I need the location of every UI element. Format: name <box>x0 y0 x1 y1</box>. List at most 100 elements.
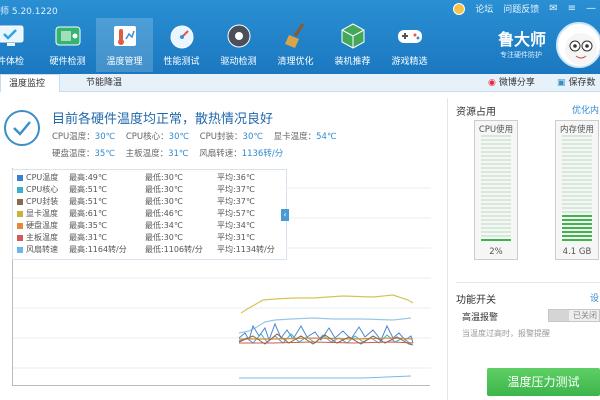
legend-row-cpu-temp: CPU温度 最高:49℃ 最低:30℃ 平均:36℃ <box>17 172 255 184</box>
legend-row-cpu-core: CPU核心 最高:51℃ 最低:30℃ 平均:37℃ <box>17 184 255 196</box>
meter-segment <box>481 219 511 221</box>
fan-speed-value: 1136转/分 <box>241 149 284 159</box>
meter-segment <box>481 203 511 205</box>
meter-segment <box>481 159 511 161</box>
cpu-temp-value: 30℃ <box>94 132 116 142</box>
section-separator <box>456 282 600 283</box>
memory-usage-bars <box>562 135 592 243</box>
meter-segment <box>562 211 592 213</box>
meter-segment <box>481 171 511 173</box>
meter-segment <box>562 215 592 217</box>
meter-segment <box>562 227 592 229</box>
forum-link[interactable]: 论坛 <box>475 2 493 15</box>
minimize-icon[interactable]: — <box>586 3 596 14</box>
tab-energy-saving[interactable]: 节能降温 <box>78 74 138 92</box>
meter-segment <box>481 167 511 169</box>
stress-test-button[interactable]: 温度压力测试 <box>487 368 600 396</box>
toggle-knob <box>549 310 569 321</box>
window-title: 师 5.20.1220 <box>0 7 58 17</box>
legend-swatch <box>17 222 23 229</box>
meter-segment <box>481 163 511 165</box>
nav-item-temperature[interactable]: 温度管理 <box>96 18 153 72</box>
meter-segment <box>562 199 592 201</box>
meter-segment <box>481 223 511 225</box>
settings-link[interactable]: 设 <box>590 291 599 304</box>
nav-item-recommend[interactable]: 装机推荐 <box>324 18 381 72</box>
legend-swatch <box>17 234 23 241</box>
meter-segment <box>562 159 592 161</box>
legend-collapse-chevron-icon[interactable]: ‹ <box>281 209 289 221</box>
legend-swatch <box>17 210 23 217</box>
gear-icon <box>224 21 254 51</box>
status-ok-icon <box>4 110 40 146</box>
fan-baseline-line <box>239 375 412 379</box>
cpu-usage-meter: CPU使用 2% <box>474 120 518 260</box>
nav-item-games[interactable]: 游戏精选 <box>381 18 438 72</box>
meter-segment <box>562 147 592 149</box>
nav-item-cleanup[interactable]: 清理优化 <box>267 18 324 72</box>
legend-row-fan-speed: 风扇转速 最高:1164转/分 最低:1106转/分 平均:1134转/分 <box>17 244 275 256</box>
meter-segment <box>481 187 511 189</box>
memory-usage-value: 4.1 GB <box>562 247 592 257</box>
save-data-button[interactable]: ▣ 保存数 <box>557 75 596 91</box>
meter-segment <box>481 231 511 233</box>
mail-icon[interactable]: ✉ <box>549 3 557 14</box>
meter-segment <box>562 203 592 205</box>
mascot-avatar[interactable] <box>556 22 600 68</box>
cpu-core-value: 30℃ <box>168 132 190 142</box>
cpu-usage-bars <box>481 135 511 243</box>
window-controls: 论坛 问题反馈 ✉ ≡ — <box>453 2 596 15</box>
meter-segment <box>481 147 511 149</box>
legend-row-disk-temp: 硬盘温度 最高:35℃ 最低:34℃ 平均:34℃ <box>17 220 255 232</box>
meter-segment <box>481 207 511 209</box>
meter-segment <box>481 215 511 217</box>
meter-segment <box>481 139 511 141</box>
meter-segment <box>562 171 592 173</box>
legend-row-cpu-package: CPU封装 最高:51℃ 最低:30℃ 平均:37℃ <box>17 196 255 208</box>
meter-segment <box>481 199 511 201</box>
meter-segment <box>562 223 592 225</box>
high-temp-alarm-toggle[interactable]: 已关闭 <box>548 309 600 322</box>
nav-item-drivers[interactable]: 驱动检测 <box>210 18 267 72</box>
meter-segment <box>481 183 511 185</box>
main-nav: 件体检 硬件检测 温度管理 性能测试 驱动检测 清理优化 装机推荐 游戏精选 <box>0 18 438 72</box>
weibo-share-button[interactable]: ◉ 微博分享 <box>488 75 535 91</box>
legend-row-board-temp: 主板温度 最高:31℃ 最低:30℃ 平均:31℃ <box>17 232 255 244</box>
nav-item-performance[interactable]: 性能测试 <box>153 18 210 72</box>
thermometer-icon <box>110 21 140 51</box>
tab-temperature-monitor[interactable]: 温度监控 <box>0 74 60 92</box>
meter-segment <box>562 219 592 221</box>
weibo-icon: ◉ <box>488 78 496 88</box>
functions-title: 功能开关 <box>456 295 496 306</box>
nav-item-checkup[interactable]: 件体检 <box>0 18 39 72</box>
meter-segment <box>481 155 511 157</box>
meter-segment <box>562 151 592 153</box>
meter-segment <box>562 179 592 181</box>
legend-swatch <box>17 186 23 193</box>
optimize-memory-link[interactable]: 优化内 <box>572 103 599 116</box>
meter-segment <box>481 239 511 241</box>
legend-row-gpu-temp: 显卡温度 最高:61℃ 最低:46℃ 平均:57℃ <box>17 208 255 220</box>
meter-segment <box>562 163 592 165</box>
meter-segment <box>481 235 511 237</box>
cpu-package-value: 30℃ <box>242 132 263 142</box>
coin-icon[interactable] <box>453 2 466 15</box>
feedback-link[interactable]: 问题反馈 <box>503 2 539 15</box>
meter-segment <box>481 135 511 137</box>
nav-item-hardware[interactable]: 硬件检测 <box>39 18 96 72</box>
meter-segment <box>562 195 592 197</box>
tab-strip: 温度监控 节能降温 ◉ 微博分享 ▣ 保存数 <box>0 74 600 92</box>
menu-icon[interactable]: ≡ <box>568 3 576 14</box>
brand-tagline: 专注硬件防护 <box>500 51 542 59</box>
gpu-temp-value: 54℃ <box>316 132 337 142</box>
meter-segment <box>562 175 592 177</box>
meter-segment <box>481 191 511 193</box>
meter-segment <box>481 227 511 229</box>
meter-segment <box>481 151 511 153</box>
meter-segment <box>562 239 592 241</box>
meter-segment <box>562 183 592 185</box>
gamepad-icon <box>395 21 425 51</box>
top-header: 师 5.20.1220 论坛 问题反馈 ✉ ≡ — 件体检 硬件检测 温度管理 <box>0 0 600 74</box>
meter-segment <box>481 179 511 181</box>
broom-icon <box>281 21 311 51</box>
